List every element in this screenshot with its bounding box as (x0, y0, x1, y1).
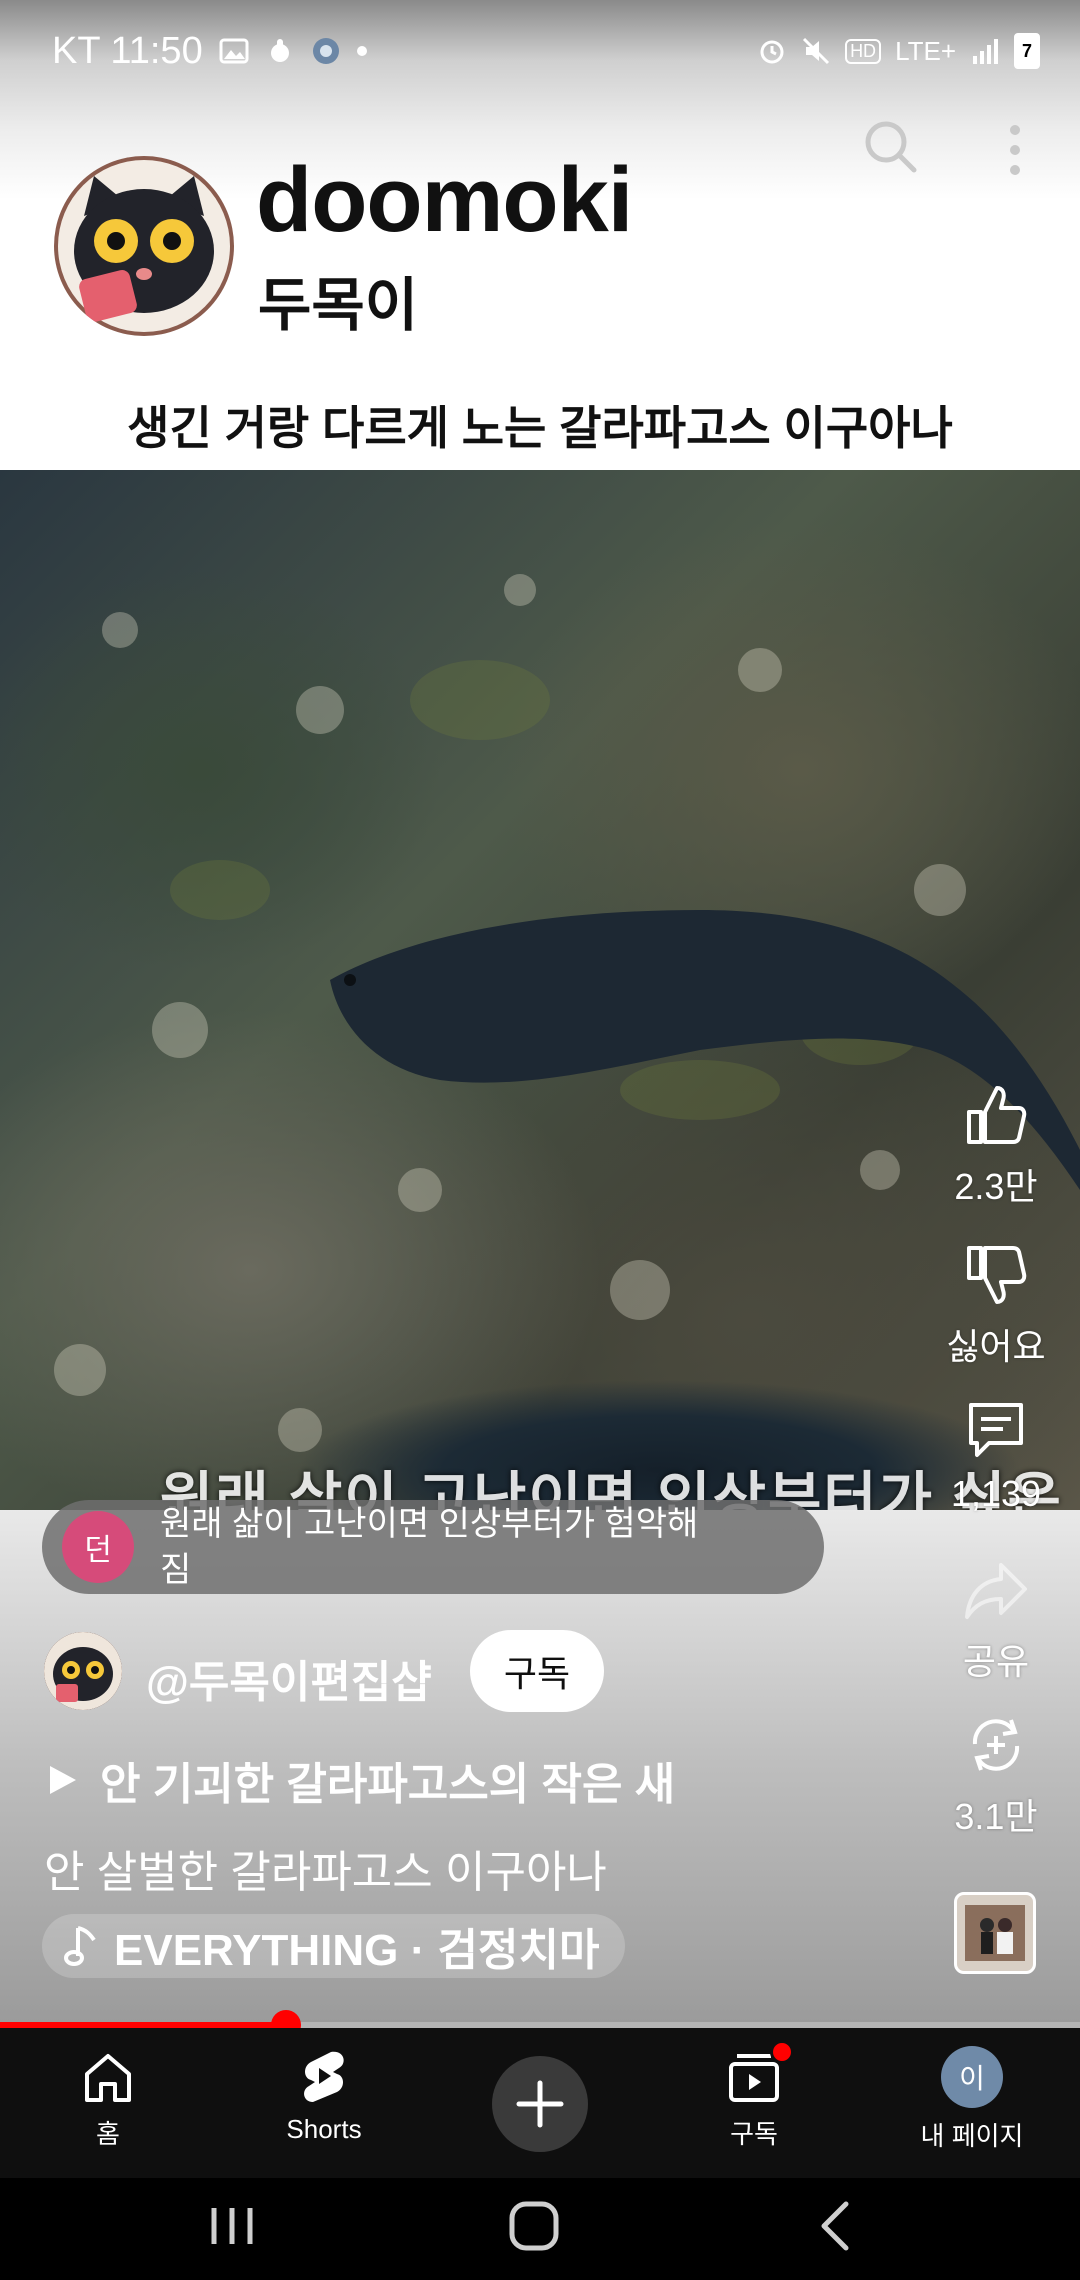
thumbs-down-icon (967, 1246, 1027, 1304)
signal-icon (973, 39, 998, 64)
battery-icon: 7 (1014, 33, 1040, 69)
battery-level: 7 (1021, 40, 1032, 61)
shorts-icon (304, 2051, 344, 2102)
related-video-link[interactable]: 안 기괴한 갈라파고스의 작은 새 (44, 1748, 675, 1812)
comment-avatar: 던 (62, 1511, 134, 1583)
video-caption: 생긴 거랑 다르게 노는 갈라파고스 이구아나 (127, 402, 953, 454)
share-label: 공유 (962, 1641, 1030, 1682)
owner-cat-icon (44, 1632, 122, 1710)
channel-avatar[interactable] (54, 156, 234, 336)
plus-icon (516, 2080, 564, 2128)
music-pill[interactable]: EVERYTHING · 검정치마 (42, 1914, 626, 1978)
home-icon (85, 2054, 131, 2102)
mute-icon (803, 37, 830, 65)
video-player[interactable] (0, 470, 1080, 1510)
music-note-icon (64, 1926, 96, 1966)
like-button[interactable]: 2.3만 (936, 1080, 1056, 1210)
album-art-icon (957, 1895, 1033, 1971)
back-icon[interactable] (796, 2196, 876, 2256)
thumbs-up-icon (967, 1086, 1027, 1144)
channel-subname: 두목이 (258, 273, 419, 338)
nav-shorts-label: Shorts (286, 2114, 362, 2144)
hand-icon (270, 39, 289, 62)
network-label: LTE+ (895, 35, 956, 66)
share-icon (965, 1563, 1027, 1619)
recents-icon[interactable] (192, 2196, 272, 2256)
nav-home[interactable]: 홈 (18, 2040, 198, 2151)
sound-thumbnail[interactable] (954, 1892, 1036, 1974)
nav-mypage-label: 내 페이지 (920, 2121, 1024, 2151)
status-time: KT 11:50 (52, 29, 203, 72)
cat-avatar-icon (58, 160, 230, 332)
alarm-icon (760, 40, 784, 64)
status-bar-left: KT 11:50 (52, 28, 367, 74)
related-video-label: 안 기괴한 갈라파고스의 작은 새 (100, 1760, 676, 1809)
comments-button[interactable]: 1,139 (936, 1395, 1056, 1515)
remix-button[interactable]: 3.1만 (936, 1710, 1056, 1840)
iguana-scene (54, 574, 1080, 1452)
nav-home-label: 홈 (96, 2119, 120, 2149)
nav-shorts[interactable]: Shorts (234, 2040, 414, 2145)
notification-dot (356, 46, 367, 56)
music-label: EVERYTHING · 검정치마 (114, 1926, 600, 1975)
new-content-dot (770, 2040, 794, 2064)
search-icon[interactable] (862, 118, 918, 174)
like-count: 2.3만 (954, 1166, 1038, 1207)
create-button[interactable] (492, 2056, 588, 2152)
remix-count: 3.1만 (954, 1796, 1038, 1837)
gallery-icon (219, 38, 249, 64)
channel-name: doomoki (256, 149, 633, 251)
hd-badge: HD (845, 38, 882, 64)
nav-mypage[interactable]: 이 내 페이지 (882, 2040, 1062, 2153)
video-title[interactable]: 안 살벌한 갈라파고스 이구아나 (44, 1836, 607, 1900)
subscribe-button[interactable]: 구독 (470, 1630, 604, 1712)
owner-avatar[interactable] (44, 1632, 122, 1710)
top-comment-bubble[interactable]: 던 원래 삶이 고난이면 인상부터가 험악해짐 (42, 1500, 824, 1594)
owner-handle[interactable]: @두목이편집샵 (146, 1646, 432, 1710)
dislike-label: 싫어요 (946, 1326, 1046, 1367)
nav-subscriptions-label: 구독 (730, 2119, 778, 2149)
dislike-button[interactable]: 싫어요 (936, 1240, 1056, 1370)
profile-avatar: 이 (941, 2046, 1003, 2108)
more-options-icon[interactable] (1000, 120, 1030, 180)
status-bar-right: HD LTE+ 7 (757, 28, 1040, 74)
remix-icon (972, 1719, 1020, 1771)
nav-subscriptions[interactable]: 구독 (664, 2040, 844, 2151)
comment-icon (969, 1403, 1023, 1457)
play-icon (50, 1766, 76, 1794)
comment-count: 1,139 (950, 1473, 1042, 1514)
comment-text: 원래 삶이 고난이면 인상부터가 험악해짐 (160, 1505, 699, 1589)
home-button-icon[interactable] (494, 2196, 574, 2256)
app-icon (312, 38, 339, 64)
share-button[interactable]: 공유 (936, 1555, 1056, 1685)
